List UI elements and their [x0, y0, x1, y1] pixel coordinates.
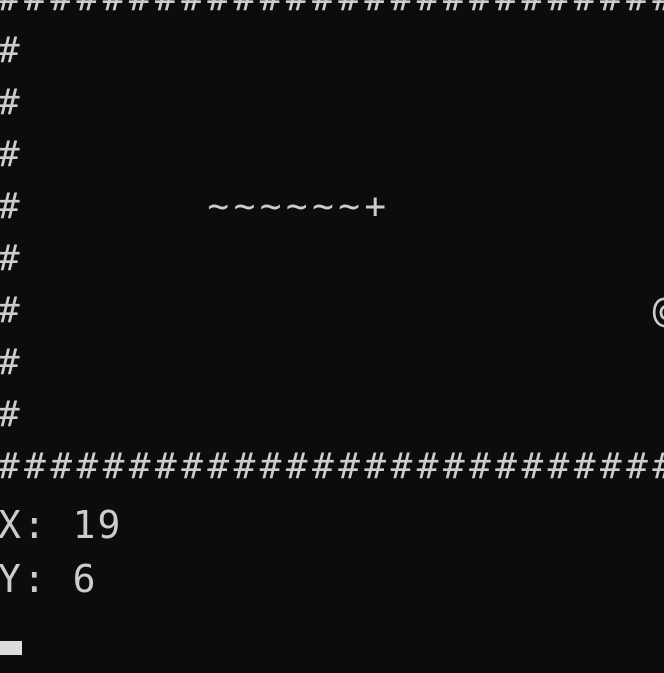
map-row: # #: [0, 30, 25, 71]
map-row: # #: [0, 82, 25, 123]
console-window: ################################## # # #…: [0, 0, 664, 673]
y-coordinate-readout: Y: 6: [0, 557, 98, 601]
map-row-top-wall: ##################################: [0, 0, 664, 25]
text-cursor: [0, 641, 22, 655]
map-row-player: # @ #: [0, 290, 664, 331]
map-row: # #: [0, 238, 25, 279]
map-row: # #: [0, 394, 25, 435]
map-row: # #: [0, 134, 25, 175]
map-row-snake: # ~~~~~~+ #: [0, 186, 391, 227]
x-coordinate-readout: X: 19: [0, 503, 123, 547]
map-row: # #: [0, 342, 25, 383]
map-row-bottom-wall: ##################################: [0, 446, 664, 487]
